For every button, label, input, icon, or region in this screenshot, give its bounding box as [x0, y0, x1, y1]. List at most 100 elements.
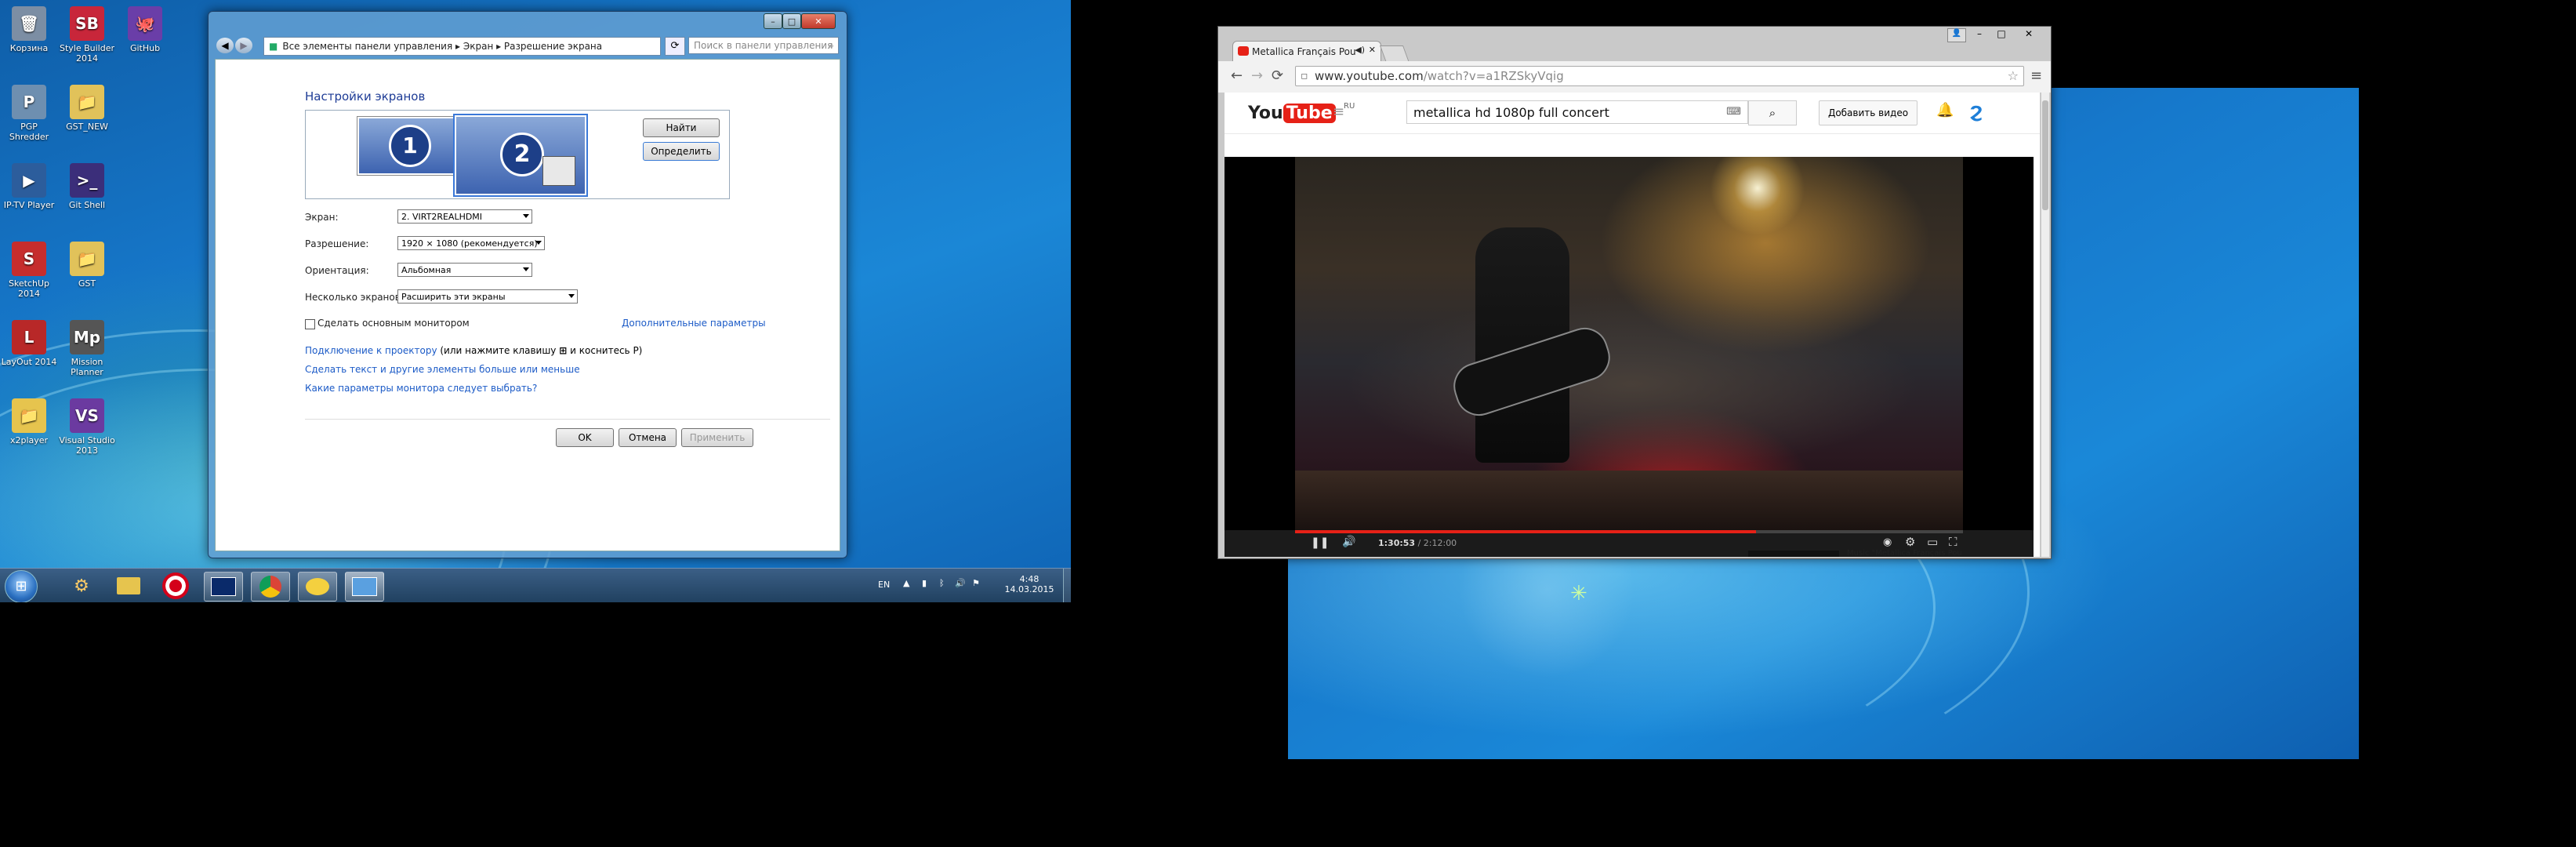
minimize-button[interactable]: – [1969, 28, 1990, 41]
desktop-icon[interactable]: ▶ IP-TV Player [0, 160, 58, 235]
fullscreen-button[interactable]: ⛶ [1949, 535, 1957, 549]
taskbar-explorer[interactable] [110, 572, 147, 600]
which-parameters-link[interactable]: Какие параметры монитора следует выбрать… [305, 383, 537, 394]
tab-close-icon[interactable]: ✕ [1369, 45, 1376, 55]
bluetooth-icon[interactable]: ᛒ [939, 578, 945, 588]
network-icon[interactable]: ▮ [922, 578, 927, 588]
page-scrollbar[interactable] [2041, 93, 2049, 557]
search-button[interactable]: ⌕ [1748, 100, 1797, 125]
new-tab-button[interactable] [1379, 45, 1410, 63]
clock-date: 14.03.2015 [1004, 584, 1054, 594]
volume-icon[interactable]: 🔊 [955, 578, 966, 588]
taskbar-chrome[interactable] [251, 572, 290, 602]
desktop-icon[interactable]: 📁 GST_NEW [58, 82, 116, 157]
desktop-icon[interactable]: L LayOut 2014 [0, 317, 58, 392]
language-indicator[interactable]: EN [878, 580, 890, 590]
show-hidden-icons[interactable]: ▲ [903, 578, 909, 588]
browser-tab[interactable]: Metallica Français Pou ◀) ✕ [1232, 41, 1381, 61]
back-button[interactable]: ◀ [216, 38, 234, 53]
desktop-icon[interactable]: VS Visual Studio 2013 [58, 395, 116, 471]
close-button[interactable]: ✕ [2013, 28, 2044, 41]
resolution-select[interactable]: 1920 × 1080 (рекомендуется) [397, 236, 545, 250]
video-frame[interactable] [1295, 157, 1963, 530]
windows-key-icon: ⊞ [559, 345, 568, 356]
identify-button[interactable]: Определить [643, 142, 720, 161]
taskbar-app-tools[interactable]: ⚙ [63, 572, 100, 600]
taskbar-nvidia[interactable] [204, 572, 243, 602]
omnibox[interactable]: ▫ www.youtube.com/watch?v=a1RZSkyVqig ☆ [1295, 66, 2024, 86]
primary-monitor-checkbox[interactable] [305, 319, 315, 329]
pause-button[interactable]: ❚❚ [1311, 536, 1329, 549]
flag-icon[interactable]: ⚑ [972, 578, 980, 588]
upload-button[interactable]: Добавить видео [1819, 100, 1917, 125]
region-code: RU [1344, 102, 1355, 111]
close-button[interactable]: ✕ [801, 13, 836, 29]
find-button[interactable]: Найти [643, 118, 720, 137]
desktop-icon[interactable]: P PGP Shredder [0, 82, 58, 157]
notifications-bell-icon[interactable]: 🔔 [1936, 102, 1954, 118]
youtube-logo[interactable]: You Tube [1248, 104, 1336, 123]
video-player[interactable]: ❚❚ 🔊 1:30:53 / 2:12:00 ◉ ⚙ ▭ ⛶ [1225, 157, 2034, 557]
monitor-1[interactable]: 1 [357, 116, 459, 176]
text-size-link[interactable]: Сделать текст и другие элементы больше и… [305, 364, 580, 375]
maximize-button[interactable]: □ [782, 13, 801, 29]
start-button[interactable]: ⊞ [5, 570, 38, 602]
orientation-label: Ориентация: [305, 265, 369, 276]
desktop-icon-label: GST [78, 278, 96, 289]
profile-icon[interactable]: 👤 [1947, 28, 1966, 42]
desktop-icon[interactable]: Mp Mission Planner [58, 317, 116, 392]
screen-select[interactable]: 2. VIRT2REALHDMI [397, 209, 532, 224]
guide-menu-icon[interactable]: ≡ [1333, 104, 1344, 120]
minimize-button[interactable]: – [764, 13, 782, 29]
video-progress-bar[interactable] [1295, 530, 1963, 533]
time-display: 1:30:53 / 2:12:00 [1378, 538, 1457, 548]
address-bar[interactable]: ■ Все элементы панели управления ▸ Экран… [263, 37, 661, 56]
taskbar-opera[interactable] [157, 572, 194, 600]
advanced-settings-link[interactable]: Дополнительные параметры [622, 318, 766, 329]
url-path: /watch?v=a1RZSkyVqig [1423, 69, 1564, 83]
chrome-menu-icon[interactable]: ≡ [2030, 67, 2042, 84]
show-desktop-button[interactable] [1063, 569, 1071, 602]
desktop-icon[interactable]: 📁 GST [58, 238, 116, 314]
theater-mode-button[interactable]: ▭ [1927, 535, 1938, 549]
back-button[interactable]: ← [1231, 67, 1243, 84]
chevron-down-icon [523, 214, 529, 218]
desktop-icon[interactable]: S SketchUp 2014 [0, 238, 58, 314]
volume-button[interactable]: 🔊 [1342, 536, 1355, 548]
apply-button[interactable]: Применить [681, 428, 753, 447]
refresh-button[interactable]: ⟳ [665, 37, 685, 56]
desktop-icon[interactable]: 🐙 GitHub [116, 3, 174, 78]
bookmark-star-icon[interactable]: ☆ [2008, 68, 2019, 83]
orientation-select[interactable]: Альбомная [397, 263, 532, 277]
chevron-down-icon [535, 241, 542, 245]
desktop-icon[interactable]: >_ Git Shell [58, 160, 116, 235]
monitor-2[interactable]: 2 [453, 114, 588, 197]
sidebar-video-title[interactable]: Music "Metallica Français Pou [1847, 549, 1962, 557]
projector-link[interactable]: Подключение к проектору [305, 345, 437, 356]
desktop-icon[interactable]: 🗑 Корзина [0, 3, 58, 78]
video-progress-fill [1295, 530, 1756, 533]
control-panel-window: – □ ✕ ◀ ▶ ■ Все элементы панели управлен… [208, 11, 847, 558]
search-value: metallica hd 1080p full concert [1413, 104, 1609, 120]
taskbar-control-panel[interactable] [345, 572, 384, 602]
reload-button[interactable]: ⟳ [1272, 67, 1283, 84]
folder-icon [117, 577, 140, 594]
forward-button[interactable]: ▶ [235, 38, 252, 53]
forward-button[interactable]: → [1251, 67, 1263, 84]
keyboard-icon[interactable]: ⌨ [1726, 106, 1741, 118]
cancel-button[interactable]: Отмена [619, 428, 677, 447]
scrollbar-thumb[interactable] [2042, 100, 2048, 210]
desktop-icon[interactable]: 📁 x2player [0, 395, 58, 471]
taskbar-batman-app[interactable] [298, 572, 337, 602]
search-input[interactable]: Поиск в панели управления ⌕ [688, 37, 839, 54]
maximize-button[interactable]: □ [1991, 28, 2012, 41]
clock[interactable]: 4:48 14.03.2015 [1002, 574, 1057, 594]
settings-gear-icon[interactable]: ⚙ [1905, 535, 1915, 549]
desktop-icon[interactable]: SB Style Builder 2014 [58, 3, 116, 78]
sidebar-thumbnail[interactable] [1748, 551, 1839, 557]
multiple-displays-select[interactable]: Расширить эти экраны [397, 289, 578, 304]
ok-button[interactable]: OK [556, 428, 614, 447]
annotations-button[interactable]: ◉ [1883, 536, 1892, 548]
youtube-search-input[interactable]: metallica hd 1080p full concert ⌨ [1406, 100, 1748, 124]
account-avatar[interactable]: ϩ [1969, 99, 1983, 122]
